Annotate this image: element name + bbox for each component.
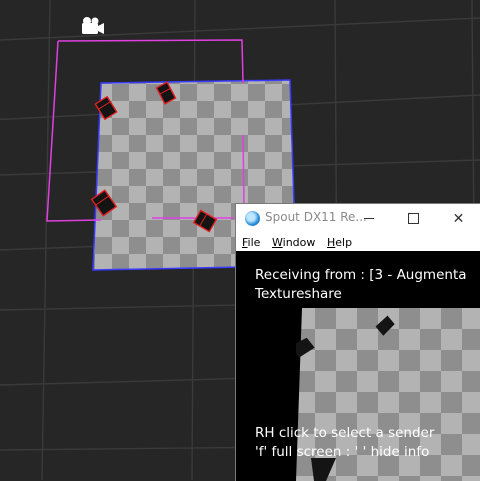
keyboard-hint: 'f' full screen : ' ' hide info bbox=[255, 444, 430, 460]
menu-bar: File Window Help bbox=[236, 233, 480, 251]
receiving-from-label: Receiving from : [3 - Augmenta bbox=[255, 267, 467, 283]
menu-file-label: ile bbox=[247, 236, 261, 249]
spout-icon bbox=[245, 211, 260, 226]
maximize-button[interactable] bbox=[391, 204, 436, 233]
title-bar[interactable]: Spout DX11 Re... ✕ bbox=[236, 204, 480, 233]
select-sender-hint: RH click to select a sender bbox=[255, 425, 435, 441]
minimize-button[interactable] bbox=[346, 204, 391, 233]
menu-window[interactable]: Window bbox=[272, 236, 315, 249]
camera-icon[interactable] bbox=[82, 17, 104, 34]
sender-name: Textureshare bbox=[255, 286, 342, 302]
receiver-canvas[interactable]: Receiving from : [3 - Augmenta Texturesh… bbox=[236, 251, 480, 481]
menu-help-label: elp bbox=[335, 236, 353, 249]
close-icon: ✕ bbox=[452, 210, 465, 227]
spout-receiver-window[interactable]: Spout DX11 Re... ✕ File Window Help Rece… bbox=[235, 203, 480, 481]
minimize-icon bbox=[363, 218, 374, 219]
close-button[interactable]: ✕ bbox=[436, 204, 480, 233]
maximize-icon bbox=[408, 213, 419, 224]
menu-window-hotkey: W bbox=[272, 236, 283, 249]
menu-file[interactable]: File bbox=[242, 236, 260, 249]
menu-help[interactable]: Help bbox=[327, 236, 352, 249]
menu-window-label: indow bbox=[282, 236, 316, 249]
